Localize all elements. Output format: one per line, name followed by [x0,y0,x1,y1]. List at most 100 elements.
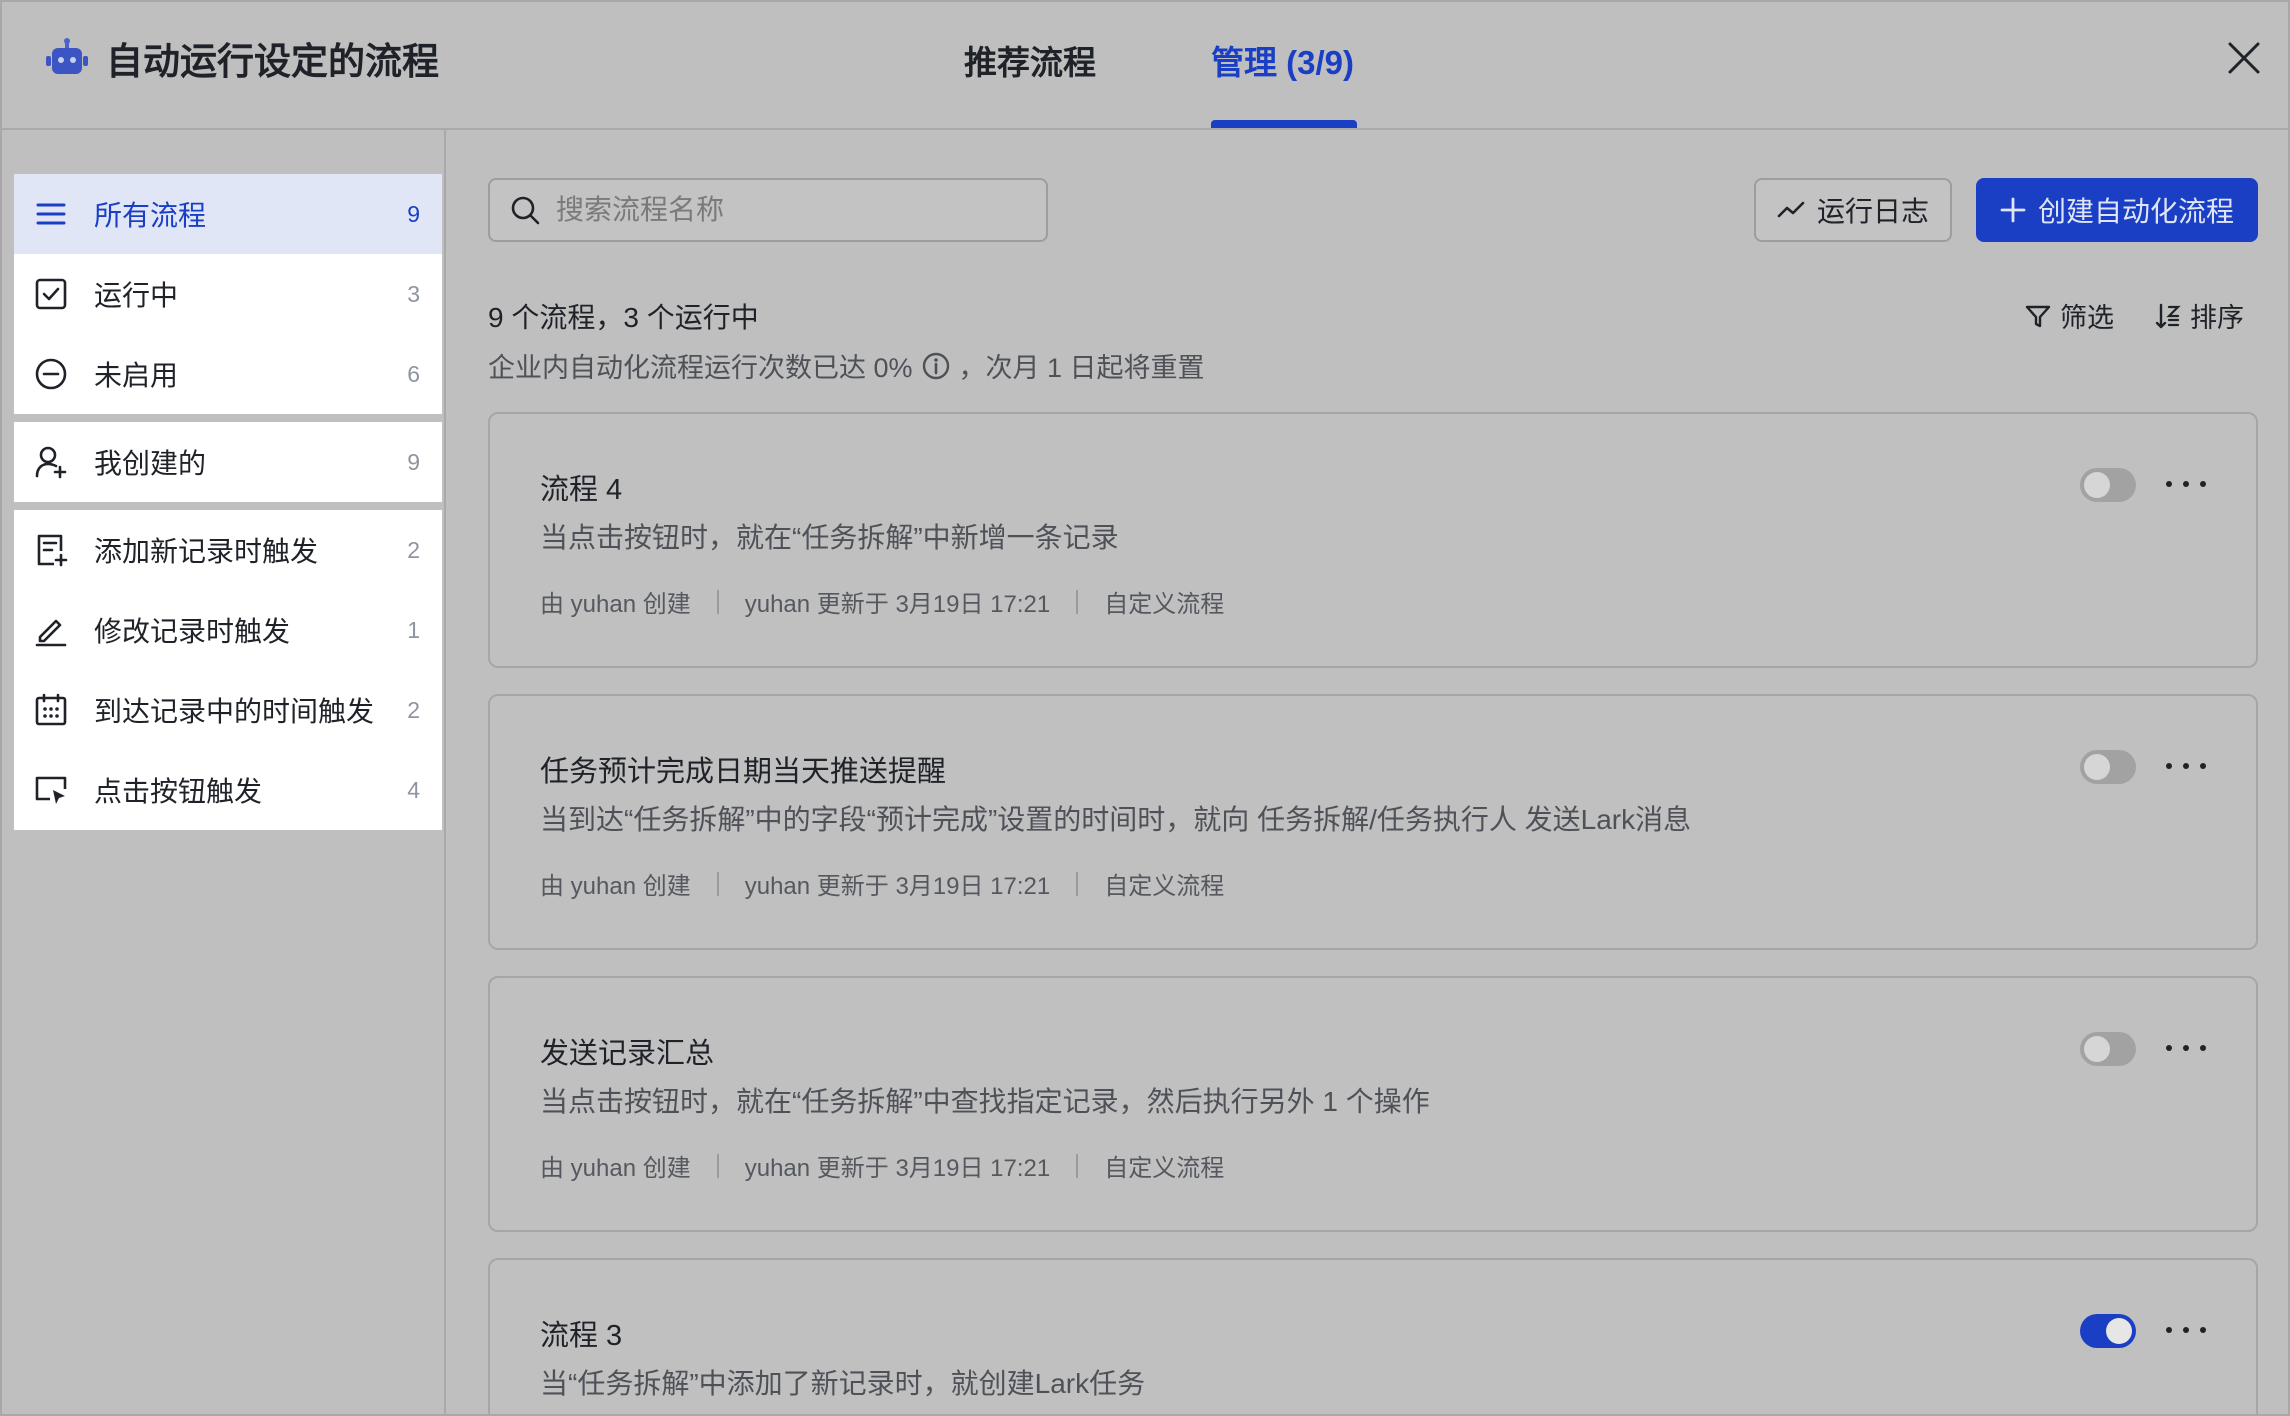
sidebar-item-on-edit-record[interactable]: 修改记录时触发 1 [14,590,442,670]
info-icon[interactable] [921,351,951,381]
sidebar-item-on-add-record[interactable]: 添加新记录时触发 2 [14,510,442,590]
sidebar-item-label: 点击按钮触发 [94,776,263,807]
tab-manage[interactable]: 管理 (3/9) [1211,38,1354,88]
flow-card[interactable]: 流程 4 当点击按钮时，就在“任务拆解”中新增一条记录 由 yuhan 创建 y… [488,412,2258,668]
meta-divider [716,589,719,614]
toggle-knob [2106,1318,2132,1344]
sidebar-item-count: 1 [407,616,420,643]
flow-kind: 自定义流程 [1104,1155,1225,1182]
flow-meta: 由 yuhan 创建 yuhan 更新于 3月19日 17:21 自定义流程 [540,1148,1224,1183]
click-button-icon [35,776,67,804]
sidebar-item-all[interactable]: 所有流程 9 [14,174,442,254]
more-options-icon[interactable] [2166,466,2206,502]
sidebar-item-count: 9 [407,448,420,475]
dialog-title-text: 自动运行设定的流程 [106,41,439,82]
user-add-icon [35,446,67,479]
flow-card[interactable]: 发送记录汇总 当点击按钮时，就在“任务拆解”中查找指定记录，然后执行另外 1 个… [488,976,2258,1232]
sidebar-item-created-by-me[interactable]: 我创建的 9 [14,422,442,502]
calendar-icon [35,693,67,726]
sidebar-item-count: 4 [407,776,420,803]
flow-description: 当“任务拆解”中添加了新记录时，就创建Lark任务 [540,1368,1146,1399]
flow-creator: 由 yuhan 创建 [540,1155,691,1182]
search-input[interactable] [556,194,1026,226]
sidebar-item-label: 我创建的 [94,448,207,479]
automation-dialog: 自动运行设定的流程 推荐流程 管理 (3/9) 所有流程 9 运行中 3 未启用… [0,0,2290,1416]
sidebar-item-label: 运行中 [94,280,179,311]
sidebar-item-count: 9 [407,200,420,227]
create-flow-button[interactable]: 创建自动化流程 [1976,178,2258,242]
sidebar-item-count: 2 [407,696,420,723]
run-log-button[interactable]: 运行日志 [1754,178,1952,242]
robot-icon [46,38,88,74]
sidebar-item-label: 到达记录中的时间触发 [94,696,375,727]
sidebar-item-label: 修改记录时触发 [94,616,291,647]
owner-filter-group: 我创建的 9 [14,422,442,502]
meta-divider [716,1153,719,1178]
sort-button[interactable]: 排序 [2154,296,2244,335]
sidebar-item-running[interactable]: 运行中 3 [14,254,442,334]
status-filter-group: 所有流程 9 运行中 3 未启用 6 [14,174,442,414]
more-options-icon[interactable] [2166,748,2206,784]
sort-label: 排序 [2190,303,2244,333]
flow-count-summary: 9 个流程，3 个运行中 [488,302,759,333]
trigger-filter-group: 添加新记录时触发 2 修改记录时触发 1 到达记录中的时间触发 2 点击按钮触发… [14,510,442,830]
flow-description: 当点击按钮时，就在“任务拆解”中查找指定记录，然后执行另外 1 个操作 [540,1086,1430,1117]
sidebar-item-count: 2 [407,536,420,563]
flow-updated: yuhan 更新于 3月19日 17:21 [744,591,1051,618]
more-options-icon[interactable] [2166,1312,2206,1348]
flow-title: 发送记录汇总 [540,1038,715,1070]
toggle-knob [2084,472,2110,498]
flow-creator: 由 yuhan 创建 [540,591,691,618]
search-icon [511,196,540,225]
close-icon[interactable] [2224,38,2264,78]
filter-label: 筛选 [2060,303,2114,333]
dialog-title: 自动运行设定的流程 [46,32,439,84]
toggle-knob [2084,754,2110,780]
toggle-knob [2084,1036,2110,1062]
flow-description: 当到达“任务拆解”中的字段“预计完成”设置的时间时，就向 任务拆解/任务执行人 … [540,804,1692,835]
flow-title: 流程 4 [540,474,623,506]
sidebar-item-label: 所有流程 [94,200,207,231]
flow-meta: 由 yuhan 创建 yuhan 更新于 3月19日 17:21 自定义流程 [540,584,1224,619]
meta-divider [1076,1153,1079,1178]
tab-recommended[interactable]: 推荐流程 [964,38,1096,88]
sidebar-item-on-button-click[interactable]: 点击按钮触发 4 [14,750,442,830]
flow-title: 任务预计完成日期当天推送提醒 [540,756,947,788]
sidebar-item-on-time-reached[interactable]: 到达记录中的时间触发 2 [14,670,442,750]
run-log-label: 运行日志 [1816,196,1929,227]
sidebar-item-label: 未启用 [94,360,179,391]
flow-description: 当点击按钮时，就在“任务拆解”中新增一条记录 [540,522,1119,553]
flow-card[interactable]: 任务预计完成日期当天推送提醒 当到达“任务拆解”中的字段“预计完成”设置的时间时… [488,694,2258,950]
sidebar-item-count: 6 [407,360,420,387]
usage-text: 企业内自动化流程运行次数已达 0% [488,353,913,383]
flow-meta: 由 yuhan 创建 yuhan 更新于 3月19日 17:21 自定义流程 [540,866,1224,901]
add-record-icon [37,534,68,567]
flow-title: 流程 3 [540,1320,623,1352]
flow-card[interactable]: 流程 3 当“任务拆解”中添加了新记录时，就创建Lark任务 [488,1258,2258,1414]
meta-divider [1076,589,1079,614]
usage-reset-text: ，次月 1 日起将重置 [958,353,1205,383]
flow-enable-toggle[interactable] [2080,750,2136,784]
sidebar-item-label: 添加新记录时触发 [94,536,319,567]
check-square-icon [35,278,67,310]
meta-divider [716,871,719,896]
sidebar: 所有流程 9 运行中 3 未启用 6 我创建的 9 添加新记录时触发 2 修改记… [2,130,446,1416]
flow-kind: 自定义流程 [1104,591,1225,618]
list-icon [36,203,66,225]
edit-icon [35,619,67,647]
trend-line-icon [1777,201,1805,218]
flow-enable-toggle[interactable] [2080,468,2136,502]
search-box[interactable] [488,178,1048,242]
sidebar-item-count: 3 [407,280,420,307]
meta-divider [1076,871,1079,896]
filter-button[interactable]: 筛选 [2024,296,2114,335]
create-flow-label: 创建自动化流程 [2037,196,2234,227]
sidebar-item-disabled[interactable]: 未启用 6 [14,334,442,414]
dialog-header: 自动运行设定的流程 推荐流程 管理 (3/9) [2,2,2288,130]
flow-enable-toggle[interactable] [2080,1314,2136,1348]
flow-creator: 由 yuhan 创建 [540,873,691,900]
active-tab-indicator [1211,120,1357,128]
flow-enable-toggle[interactable] [2080,1032,2136,1066]
more-options-icon[interactable] [2166,1030,2206,1066]
flow-kind: 自定义流程 [1104,873,1225,900]
